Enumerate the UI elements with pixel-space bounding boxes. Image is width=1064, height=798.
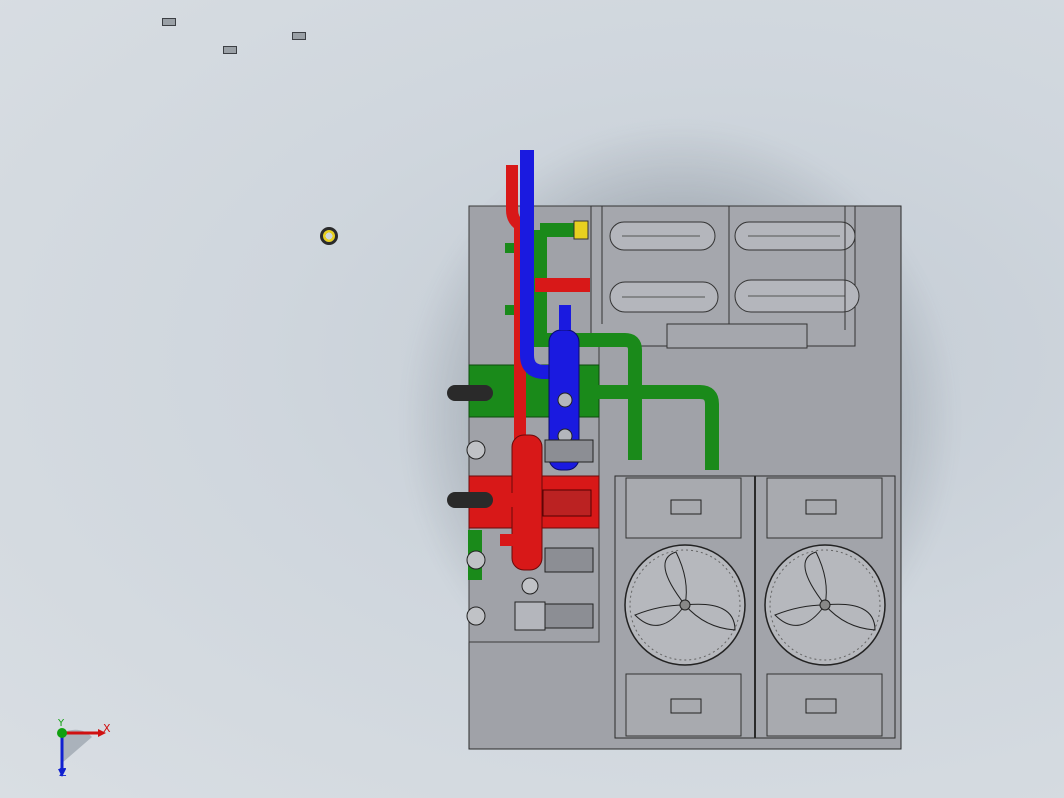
- tank-base-plate: [666, 323, 808, 349]
- axis-z-label: Z: [59, 766, 67, 779]
- condenser-fan-left: [624, 544, 746, 666]
- condenser-panel-top-left: [625, 477, 742, 539]
- axis-y-label: Y: [58, 718, 65, 729]
- axis-x-label: X: [103, 722, 111, 735]
- condenser-panel-bottom-left: [625, 673, 742, 737]
- receiver-tank-1: [609, 221, 716, 251]
- condenser-fan-right: [764, 544, 886, 666]
- axis-triad: [57, 728, 106, 777]
- receiver-tank-4: [734, 279, 860, 313]
- oil-separator-red: [511, 434, 543, 571]
- condenser-panel-top-right: [766, 477, 883, 539]
- receiver-tank-2: [734, 221, 856, 251]
- chiller-assembly-model[interactable]: [0, 0, 1064, 798]
- graphics-viewport[interactable]: X Y Z: [0, 0, 1064, 798]
- condenser-panel-bottom-right: [766, 673, 883, 737]
- receiver-tank-3: [609, 281, 719, 313]
